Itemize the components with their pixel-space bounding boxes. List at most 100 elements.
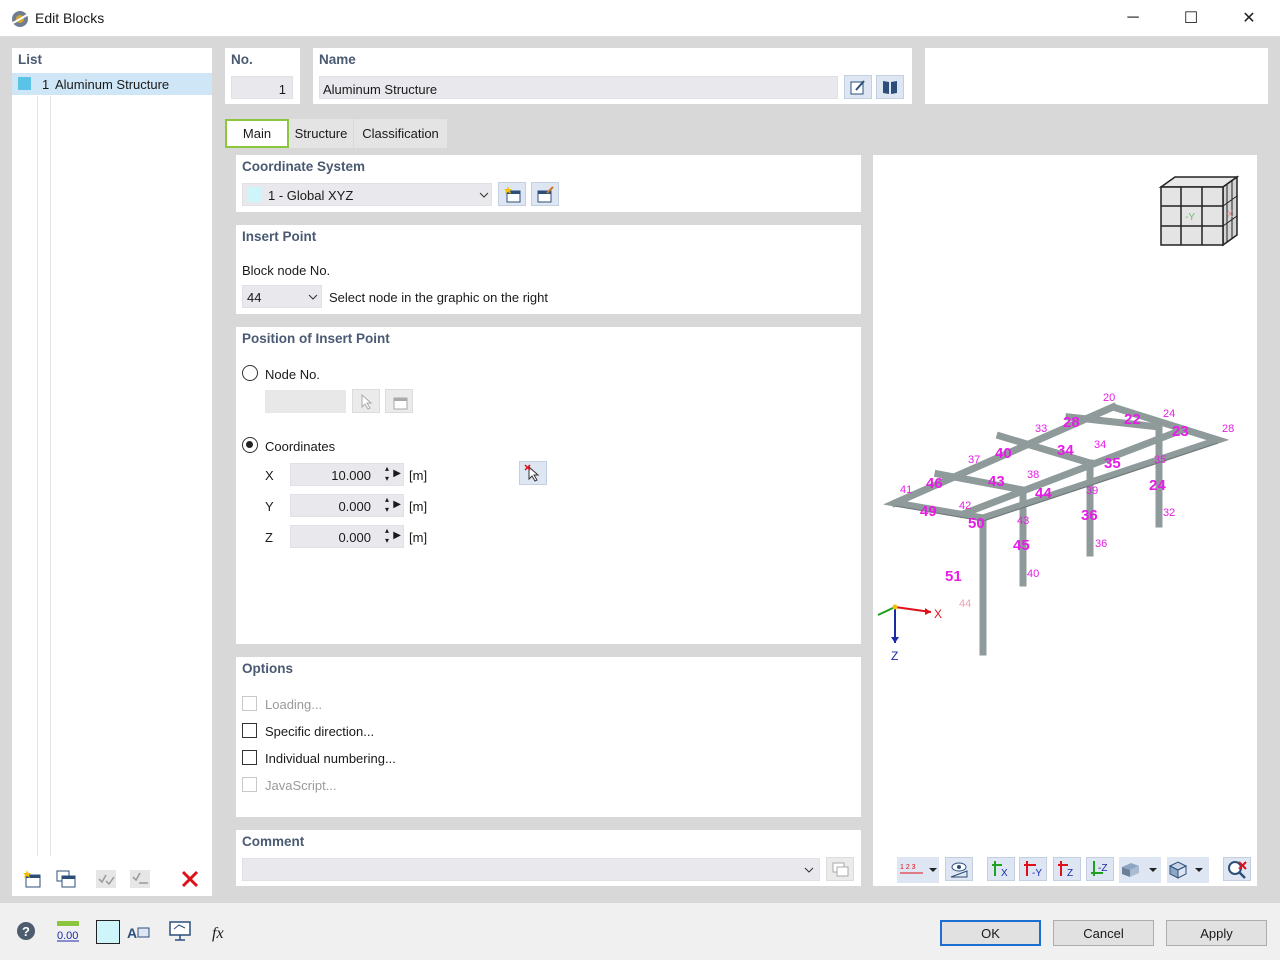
javascript-checkbox[interactable]: [242, 777, 257, 792]
node-label: 34: [1094, 439, 1107, 451]
x-unit: [m]: [409, 468, 428, 483]
y-input[interactable]: 0.000 ▴ ▾ ▶: [290, 494, 404, 517]
help-button[interactable]: ?: [12, 918, 40, 944]
render-menu-button[interactable]: [1119, 857, 1161, 883]
axis-x-label: X: [934, 607, 943, 621]
view-settings-button[interactable]: [945, 857, 973, 881]
y-label: Y: [265, 499, 274, 514]
spin-icon[interactable]: ▴ ▾: [385, 495, 389, 515]
x-value: 10.000: [331, 468, 371, 483]
block-node-value: 44: [247, 290, 262, 305]
list-header: List: [18, 52, 43, 67]
member-label: 36: [1081, 507, 1098, 524]
graphic-panel[interactable]: -Y X 20 28 22 24 23 28 33 34 34 35 37 40…: [873, 155, 1257, 886]
individual-numbering-checkbox[interactable]: [242, 750, 257, 765]
tab-classification[interactable]: Classification: [354, 119, 447, 148]
arrow-right-icon[interactable]: ▶: [393, 468, 401, 479]
member-label: 35: [1104, 455, 1121, 472]
cursor-icon: [524, 464, 540, 482]
color-button[interactable]: [96, 920, 120, 944]
block-node-label: Block node No.: [242, 263, 331, 278]
node-no-field[interactable]: [265, 390, 346, 413]
edit-icon: [537, 186, 554, 203]
pick-coordinates-button[interactable]: [519, 461, 547, 485]
chevron-down-icon[interactable]: [804, 867, 814, 874]
number-field[interactable]: 1: [231, 76, 293, 99]
delete-icon[interactable]: [176, 866, 204, 892]
comment-input[interactable]: [242, 858, 820, 881]
number-label: No.: [231, 52, 253, 67]
close-button[interactable]: ✕: [1220, 0, 1278, 36]
new-block-button[interactable]: [18, 866, 46, 892]
node-label: 28: [1222, 423, 1235, 435]
app-icon: [12, 11, 28, 27]
section-header: Position of Insert Point: [242, 331, 390, 346]
maximize-button[interactable]: ☐: [1162, 0, 1220, 36]
apply-button[interactable]: Apply: [1166, 920, 1267, 946]
name-field[interactable]: Aluminum Structure: [319, 76, 838, 99]
library-button[interactable]: [876, 75, 904, 99]
axis-z-label: Z: [891, 649, 899, 663]
name-label: Name: [319, 52, 356, 67]
view-z-button[interactable]: Z: [1053, 857, 1081, 881]
tab-structure[interactable]: Structure: [289, 119, 353, 148]
decimal-places-button[interactable]: 0.00: [54, 918, 82, 944]
check-all-icon[interactable]: [92, 866, 120, 892]
view-z-icon: Z: [1058, 861, 1073, 879]
comment-library-button[interactable]: [826, 857, 854, 881]
copy-block-button[interactable]: [52, 866, 80, 892]
view-minus-z-button[interactable]: -Z: [1086, 857, 1114, 881]
member-label: 23: [1172, 423, 1189, 440]
spin-icon[interactable]: ▴ ▾: [385, 464, 389, 484]
node-label: 33: [1035, 423, 1048, 435]
node-label: 20: [1103, 392, 1116, 404]
edit-name-button[interactable]: [844, 75, 872, 99]
monitor-icon: [169, 921, 191, 941]
help-icon: ?: [17, 922, 35, 940]
x-input[interactable]: 10.000 ▴ ▾ ▶: [290, 463, 404, 486]
javascript-label: JavaScript...: [265, 778, 337, 793]
member-label: 40: [995, 445, 1012, 462]
new-coordinate-system-button[interactable]: [498, 182, 526, 206]
member-label: 22: [1124, 411, 1141, 428]
minimize-button[interactable]: ─: [1104, 0, 1162, 36]
member-labels: 20 28 22 24 23 28 33 34 34 35 37 40 38 4…: [873, 155, 1257, 755]
list-panel: List 1 Aluminum Structure: [12, 48, 212, 896]
view-x-button[interactable]: X: [987, 857, 1015, 881]
new-node-button[interactable]: [385, 389, 413, 413]
arrow-right-icon[interactable]: ▶: [393, 530, 401, 541]
svg-text:fx: fx: [212, 925, 224, 942]
edit-coordinate-system-button[interactable]: [531, 182, 559, 206]
node-label: 44: [959, 598, 972, 610]
uncheck-all-icon[interactable]: [126, 866, 154, 892]
z-value: 0.000: [338, 530, 371, 545]
spin-icon[interactable]: ▴ ▾: [385, 526, 389, 546]
copy-icon: [832, 862, 849, 877]
z-input[interactable]: 0.000 ▴ ▾ ▶: [290, 525, 404, 548]
block-node-select[interactable]: 44: [242, 285, 322, 308]
view-minus-y-button[interactable]: -Y: [1019, 857, 1047, 881]
list-item[interactable]: 1 Aluminum Structure: [12, 73, 212, 95]
node-label: 36: [1095, 538, 1108, 550]
pick-node-button[interactable]: [352, 389, 380, 413]
formula-button[interactable]: fx: [208, 918, 236, 944]
cancel-button[interactable]: Cancel: [1053, 920, 1154, 946]
text-settings-button[interactable]: A: [124, 918, 152, 944]
svg-text:X: X: [1001, 868, 1008, 879]
member-label: 45: [1013, 537, 1030, 554]
tab-main[interactable]: Main: [225, 119, 289, 148]
reset-view-button[interactable]: [1223, 857, 1251, 881]
node-no-radio[interactable]: [242, 365, 258, 381]
loading-checkbox[interactable]: [242, 696, 257, 711]
display-menu-button[interactable]: [1167, 857, 1209, 883]
arrow-right-icon[interactable]: ▶: [393, 499, 401, 510]
specific-direction-checkbox[interactable]: [242, 723, 257, 738]
numbering-menu-button[interactable]: 1 2 3: [897, 857, 939, 883]
coordinates-radio[interactable]: [242, 437, 258, 453]
section-header: Comment: [242, 834, 305, 849]
coordinate-system-select[interactable]: 1 - Global XYZ: [242, 183, 492, 206]
book-icon: [883, 81, 897, 94]
view-button[interactable]: [166, 918, 194, 944]
ok-button[interactable]: OK: [940, 920, 1041, 946]
color-swatch: [18, 77, 31, 90]
